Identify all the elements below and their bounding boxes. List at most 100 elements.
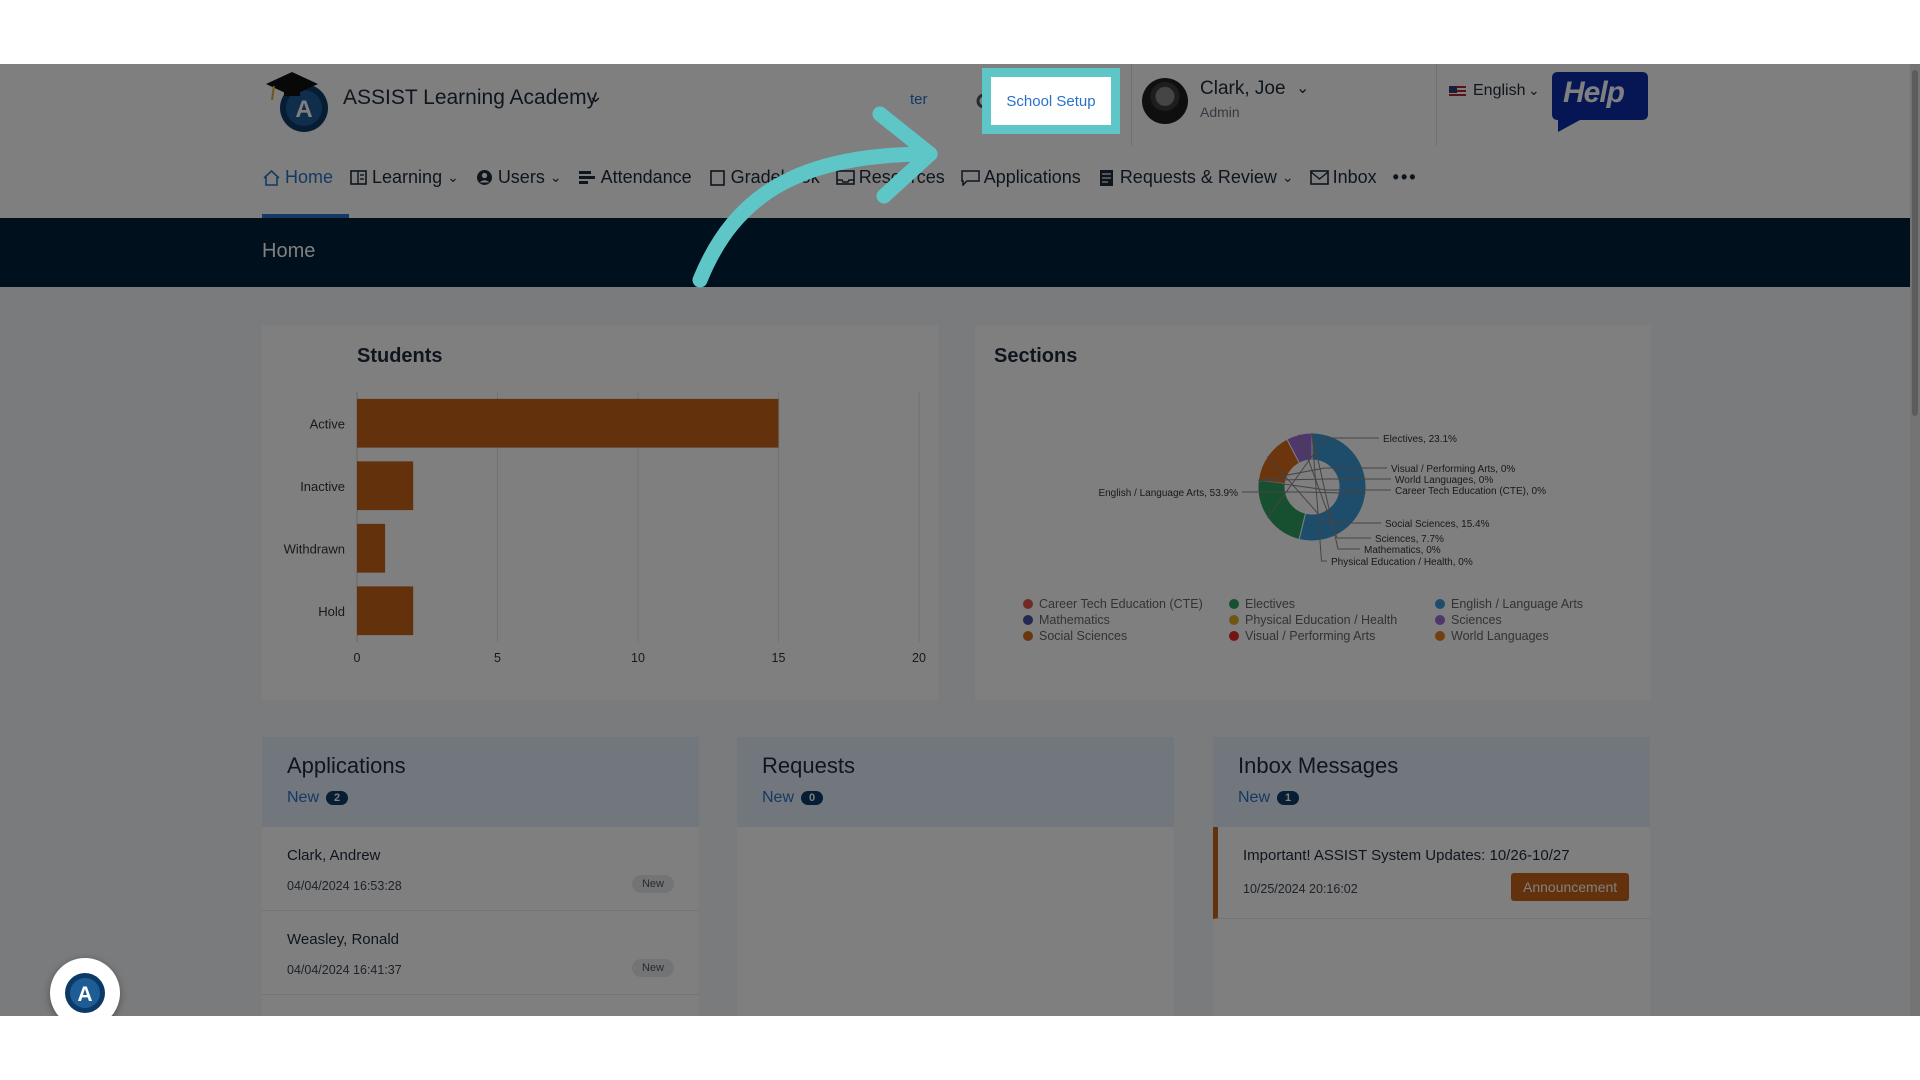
legend-swatch [1435,599,1445,609]
new-label: New [287,789,320,806]
legend-label: Physical Education / Health [1245,613,1398,627]
nav-item-attendance[interactable]: Attendance [578,160,692,194]
x-tick-label: 15 [772,651,786,665]
chevron-down-icon: ⌄ [549,168,562,185]
legend-swatch [1023,599,1033,609]
nav-item-home[interactable]: Home [262,160,333,194]
slice-label: English / Language Arts, 53.9% [1098,488,1238,499]
header-divider [1436,64,1437,146]
list-item[interactable]: Clark, Andrew 04/04/2024 16:53:28 New [262,827,699,911]
applications-title[interactable]: Applications [287,753,406,779]
inbox-new[interactable]: New 1 [1238,789,1300,807]
requests-title[interactable]: Requests [762,753,855,779]
applications-header: Applications New 2 [262,737,699,827]
sections-legend: Career Tech Education (CTE) Electives Engl… [1023,597,1623,643]
school-name[interactable]: ASSIST Learning Academy [343,86,597,110]
school-logo[interactable]: A [262,64,334,136]
slice-label: Mathematics, 0% [1364,545,1441,556]
inbox-message[interactable]: Important! ASSIST System Updates: 10/26-… [1213,827,1650,919]
count-badge: 0 [801,790,824,805]
nav-item-label: Learning [372,166,443,187]
chevron-down-icon: ⌄ [447,168,459,185]
application-date: 04/04/2024 16:53:28 [287,879,402,893]
legend-swatch [1229,631,1239,641]
bar[interactable] [357,461,414,511]
legend-item[interactable]: Electives [1229,597,1435,611]
legend-item[interactable]: Sciences [1435,613,1641,627]
new-label: New [1238,789,1271,806]
applications-new[interactable]: New 2 [287,789,349,807]
y-tick-label: Withdrawn [284,541,345,556]
nav-item-inbox[interactable]: Inbox [1309,160,1377,194]
nav-item-label: Requests & Review [1119,166,1277,187]
legend-label: English / Language Arts [1451,597,1584,611]
y-tick-label: Inactive [300,479,345,494]
status-badge: New [631,875,674,893]
legend-swatch [1435,631,1445,641]
x-tick-label: 10 [631,651,645,665]
pointer-arrow-icon [692,106,938,288]
nav-item-applications[interactable]: Applications [961,160,1081,194]
legend-swatch [1023,631,1033,641]
app-frame: A ASSIST Learning Academy ⌄ ter School S… [0,64,1920,1016]
slice-label: Sciences, 7.7% [1375,534,1444,545]
legend-item[interactable]: World Languages [1435,629,1641,643]
school-setup-link[interactable]: School Setup [982,68,1120,134]
bar[interactable] [357,398,779,448]
y-tick-label: Active [310,416,345,431]
nav-item-label: Users [497,166,545,187]
students-card: Students 0 5 10 15 20 Active Inactive Withdrawn… [262,325,938,700]
slice-label: Visual / Performing Arts, 0% [1391,464,1515,475]
user-role: Admin [1200,104,1240,120]
help-button[interactable]: Help [1563,76,1625,110]
applications-card: Applications New 2 Clark, Andrew 04/04/20… [262,737,699,1016]
chevron-down-icon[interactable]: ⌄ [1528,82,1540,99]
slice-label: World Languages, 0% [1395,475,1493,486]
applicant-name: Clark, Andrew [287,847,381,864]
pie-slice[interactable] [1257,479,1307,541]
user-name[interactable]: Clark, Joe [1200,78,1286,100]
legend-item[interactable]: Career Tech Education (CTE) [1023,597,1229,611]
avatar[interactable] [1142,78,1188,124]
inbox-title[interactable]: Inbox Messages [1238,753,1398,779]
assist-chat-button[interactable]: A [50,958,120,1016]
nav-item-learning[interactable]: Learning ⌄ [349,160,459,194]
chevron-down-icon[interactable]: ⌄ [588,86,603,107]
nav-item-requests-review[interactable]: Requests & Review ⌄ [1097,160,1294,194]
legend-item[interactable]: Social Sciences [1023,629,1229,643]
application-date: 04/04/2024 16:41:37 [287,963,402,977]
bar[interactable] [357,586,414,636]
page-scrollbar[interactable] [1910,64,1920,1016]
slice-label: Social Sciences, 15.4% [1385,519,1490,530]
legend-label: Mathematics [1039,613,1110,627]
chevron-down-icon[interactable]: ⌄ [1296,78,1309,98]
announcement-badge: Announcement [1511,873,1630,901]
scrollbar-thumb[interactable] [1912,70,1918,416]
requests-new[interactable]: New 0 [762,789,824,807]
x-tick-label: 0 [354,651,361,665]
legend-item[interactable]: English / Language Arts [1435,597,1641,611]
applicant-name: Weasley, Ronald [287,931,400,948]
inbox-card: Inbox Messages New 1 Important! ASSIST Sy… [1213,737,1650,1016]
svg-text:A: A [295,96,312,123]
list-item[interactable]: Weasley, Ronald 04/04/2024 16:41:37 New [262,911,699,995]
language-selector[interactable]: English [1473,82,1525,100]
sections-donut-chart: English / Language Arts, 53.9% Electives,… [1098,432,1546,568]
user-circle-icon [476,169,492,185]
more-menu-icon[interactable]: ••• [1393,160,1418,194]
chevron-down-icon: ⌄ [1281,168,1294,185]
nav-item-users[interactable]: Users ⌄ [475,160,562,194]
legend-label: Electives [1245,597,1296,611]
document-icon [1099,169,1113,186]
legend-item[interactable]: Visual / Performing Arts [1229,629,1435,643]
svg-text:A: A [77,983,92,1006]
legend-label: Career Tech Education (CTE) [1039,597,1203,611]
bars-icon [578,170,595,184]
legend-item[interactable]: Mathematics [1023,613,1229,627]
page-title: Home [262,240,316,262]
legend-swatch [1229,599,1239,609]
bar[interactable] [357,523,386,573]
slice-label: Electives, 23.1% [1383,434,1457,445]
legend-item[interactable]: Physical Education / Health [1229,613,1435,627]
x-tick-label: 20 [912,651,926,665]
